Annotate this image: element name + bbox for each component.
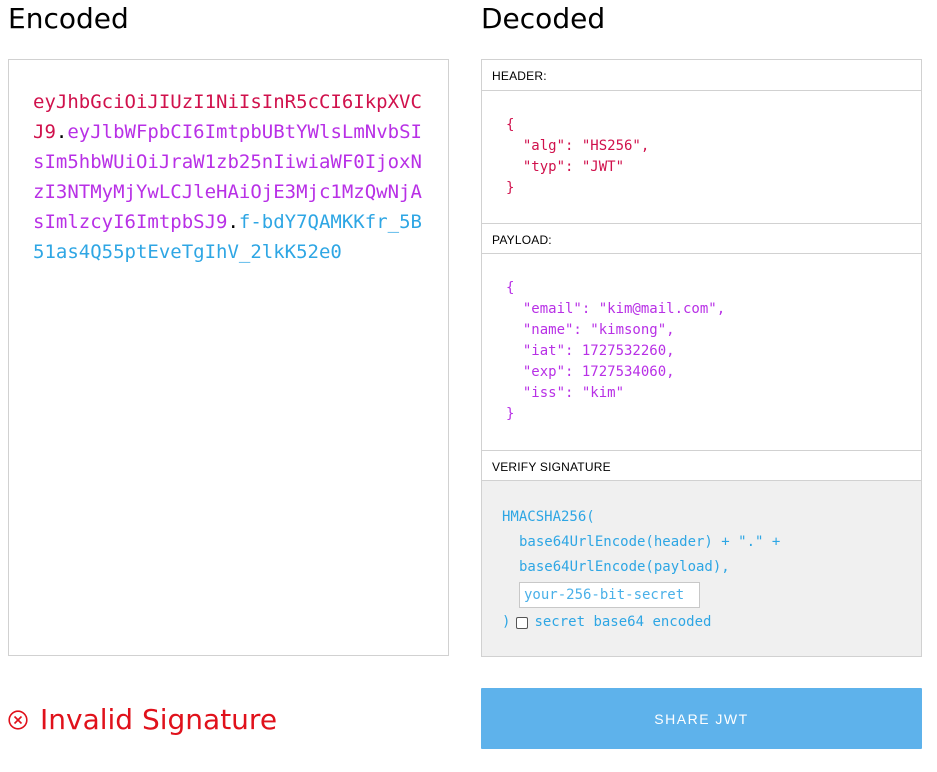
token-dot: . — [55, 121, 68, 143]
json-line: "typ": "JWT" — [506, 159, 625, 175]
verify-line-payload: base64UrlEncode(payload), — [519, 559, 730, 575]
token-dot: . — [227, 211, 239, 233]
verify-fn-open: HMACSHA256( — [502, 509, 595, 525]
verify-signature-block: HMACSHA256( base64UrlEncode(header) + ".… — [482, 481, 921, 656]
json-line: "email": "kim@mail.com", — [506, 301, 726, 317]
signature-status: Invalid Signature — [8, 703, 277, 736]
json-line: "exp": 1727534060, — [506, 364, 675, 380]
decoded-title: Decoded — [481, 2, 606, 35]
json-line: "iat": 1727532260, — [506, 343, 675, 359]
secret-input[interactable] — [519, 582, 700, 608]
header-json[interactable]: { "alg": "HS256", "typ": "JWT" } — [482, 91, 921, 223]
base64-checkbox-label[interactable]: secret base64 encoded — [534, 610, 711, 635]
x-circle-icon — [8, 709, 28, 730]
encoded-token-editor[interactable]: eyJhbGciOiJIUzI1NiIsInR5cCI6IkpXVCJ9.eyJ… — [8, 59, 449, 656]
base64-checkbox[interactable] — [516, 616, 529, 629]
share-jwt-button[interactable]: SHARE JWT — [481, 688, 922, 749]
verify-close-row: ) secret base64 encoded — [502, 610, 921, 635]
json-line: "alg": "HS256", — [506, 138, 650, 154]
json-line: } — [506, 406, 515, 422]
verify-close-paren: ) — [502, 614, 511, 630]
json-line: "name": "kimsong", — [506, 322, 675, 338]
json-line: { — [506, 117, 515, 133]
header-section-label: HEADER: — [482, 60, 921, 91]
signature-status-text: Invalid Signature — [40, 703, 278, 736]
json-line: { — [506, 280, 515, 296]
verify-section-label: VERIFY SIGNATURE — [482, 450, 921, 481]
encoded-title: Encoded — [8, 2, 129, 35]
payload-section-label: PAYLOAD: — [482, 223, 921, 254]
json-line: "iss": "kim" — [506, 385, 625, 401]
verify-line-header: base64UrlEncode(header) + "." + — [519, 534, 781, 550]
json-line: } — [506, 180, 515, 196]
decoded-panel: HEADER: { "alg": "HS256", "typ": "JWT" }… — [481, 59, 922, 657]
encoded-token-text[interactable]: eyJhbGciOiJIUzI1NiIsInR5cCI6IkpXVCJ9.eyJ… — [33, 87, 433, 267]
payload-json[interactable]: { "email": "kim@mail.com", "name": "kims… — [482, 254, 921, 450]
